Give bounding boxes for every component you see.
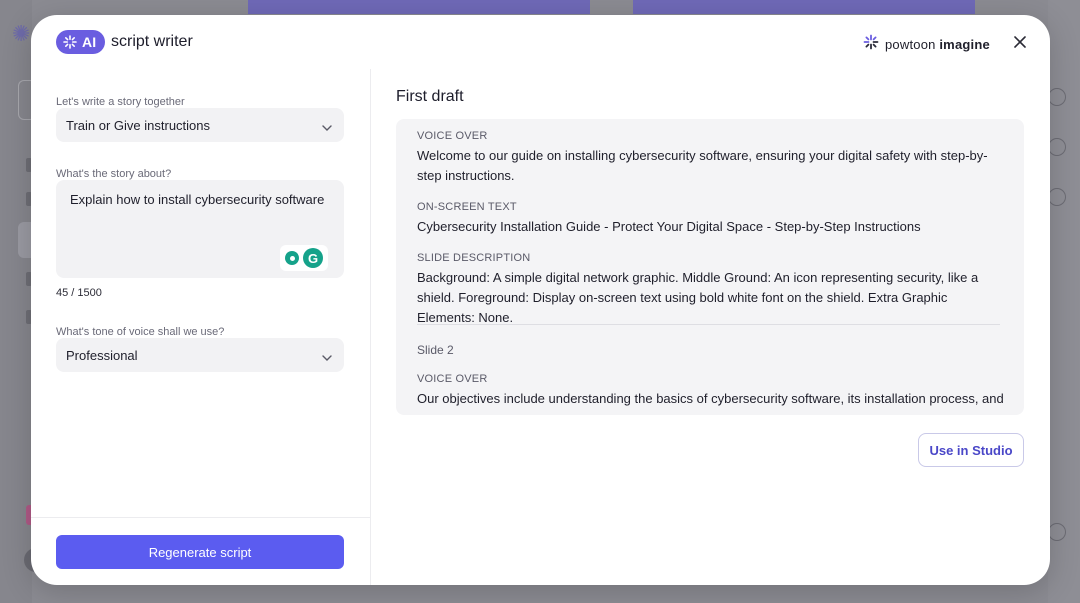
script-settings-panel: Let's write a story together Train or Gi… xyxy=(31,69,371,585)
bg-edit-icon xyxy=(1048,188,1066,206)
bg-thumbnail xyxy=(633,0,975,14)
brand-suffix: imagine xyxy=(939,37,990,52)
bg-edit-icon xyxy=(1048,88,1066,106)
bg-thumbnail xyxy=(248,0,590,14)
story-type-value: Train or Give instructions xyxy=(66,117,211,133)
tone-label: What's tone of voice shall we use? xyxy=(56,326,225,338)
use-in-studio-button[interactable]: Use in Studio xyxy=(918,433,1024,467)
ai-badge: AI xyxy=(56,30,105,54)
modal-header: AI script writer powtoon imagine xyxy=(31,15,1050,69)
voice-over-label: VOICE OVER xyxy=(417,130,488,142)
story-type-select[interactable]: Train or Give instructions xyxy=(56,108,344,142)
grammarly-widget[interactable]: G xyxy=(280,245,328,271)
bulb-icon xyxy=(285,251,299,265)
draft-content[interactable]: VOICE OVER Welcome to our guide on insta… xyxy=(396,119,1024,415)
on-screen-text-value: Cybersecurity Installation Guide - Prote… xyxy=(417,219,921,234)
story-type-label: Let's write a story together xyxy=(56,96,185,108)
grammarly-icon: G xyxy=(303,248,323,268)
slide-2-label: Slide 2 xyxy=(417,343,454,357)
bg-app-logo-icon: ✺ xyxy=(12,22,31,47)
chevron-down-icon xyxy=(322,120,332,135)
chevron-down-icon xyxy=(322,350,332,365)
bg-edit-icon xyxy=(1048,138,1066,156)
story-about-value: Explain how to install cybersecurity sof… xyxy=(70,192,325,207)
char-count: 45 / 1500 xyxy=(56,287,102,299)
slide-description-text: Background: A simple digital network gra… xyxy=(417,270,979,325)
voice-over-text: Welcome to our guide on installing cyber… xyxy=(417,148,988,183)
story-about-label: What's the story about? xyxy=(56,168,172,180)
left-footer: Regenerate script xyxy=(31,517,370,585)
slide-divider xyxy=(417,324,1000,325)
bg-rail-selected xyxy=(18,222,32,258)
regenerate-script-button[interactable]: Regenerate script xyxy=(56,535,344,569)
slide-description-label: SLIDE DESCRIPTION xyxy=(417,252,531,264)
on-screen-text-label: ON-SCREEN TEXT xyxy=(417,201,517,213)
tone-select[interactable]: Professional xyxy=(56,338,344,372)
powtoon-logo-icon xyxy=(863,34,879,55)
script-writer-modal: AI script writer powtoon imagine Let's w… xyxy=(31,15,1050,585)
voice-over-text: Our objectives include understanding the… xyxy=(417,391,1004,406)
ai-badge-label: AI xyxy=(82,34,97,50)
brand-prefix: powtoon xyxy=(885,37,936,52)
close-icon[interactable] xyxy=(1011,33,1029,51)
modal-title: script writer xyxy=(111,33,193,50)
brand-name: powtoon imagine xyxy=(885,37,990,52)
voice-over-label: VOICE OVER xyxy=(417,373,488,385)
sparkle-icon xyxy=(63,35,77,49)
brand: powtoon imagine xyxy=(863,34,990,55)
bg-timer-icon xyxy=(1048,523,1066,541)
tone-value: Professional xyxy=(66,347,138,363)
draft-title: First draft xyxy=(396,88,464,105)
